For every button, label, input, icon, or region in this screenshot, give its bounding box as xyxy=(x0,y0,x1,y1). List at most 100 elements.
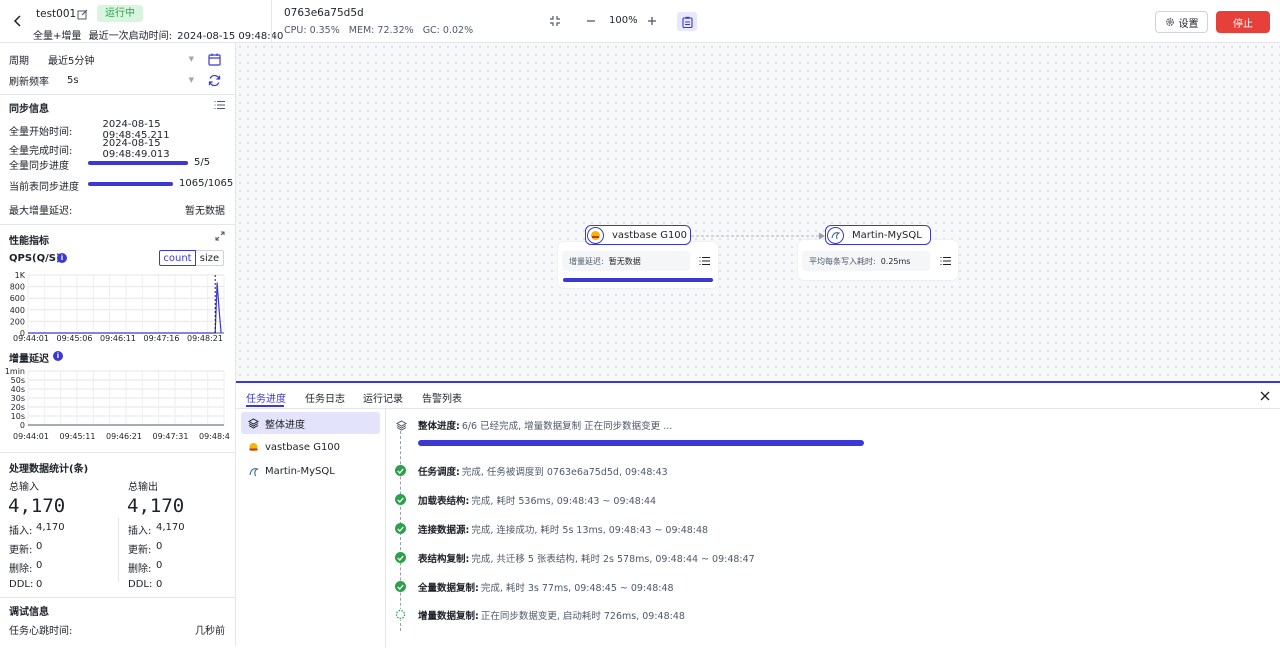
sidebar-item-label: 整体进度 xyxy=(265,419,305,431)
refresh-icon[interactable] xyxy=(207,73,221,87)
list-icon[interactable] xyxy=(939,255,951,267)
full-progress-value: 5/5 xyxy=(194,157,211,168)
series-line xyxy=(28,282,222,334)
step-name: 表结构复制: xyxy=(418,554,470,565)
output-ddl-value: 0 xyxy=(156,579,163,590)
source-node-card: 增量延迟: 暂无数据 xyxy=(558,242,718,288)
check-circle-icon xyxy=(395,494,406,505)
step-detail: 完成, 共迁移 5 张表结构, 耗时 2s 578ms, 09:48:44 ~ … xyxy=(471,554,755,565)
info-icon[interactable]: i xyxy=(53,351,63,361)
output-ddl-label: DDL: xyxy=(128,579,153,590)
edit-icon[interactable] xyxy=(76,8,88,20)
check-circle-icon xyxy=(395,581,406,592)
divider xyxy=(271,0,272,43)
task-name: test001 xyxy=(36,8,77,20)
resource-usage: CPU: 0.35% MEM: 72.32% GC: 0.02% xyxy=(284,25,473,36)
target-metric: 平均每条写入耗时: 0.25ms xyxy=(802,251,930,271)
sidebar-item-target[interactable]: Martin-MySQL xyxy=(241,460,380,482)
target-metric-value: 0.25ms xyxy=(880,256,911,266)
full-end-label: 全量完成时间: xyxy=(9,145,73,157)
tab-alerts[interactable]: 告警列表 xyxy=(422,390,462,405)
input-ddl-label: DDL: xyxy=(9,579,34,590)
tab-task-log[interactable]: 任务日志 xyxy=(305,390,345,405)
bottom-panel: 任务进度 任务日志 运行记录 告警列表 整体进度 vastbase G100 M… xyxy=(236,381,1280,648)
calendar-icon[interactable] xyxy=(207,52,221,66)
clipboard-icon[interactable] xyxy=(677,12,697,31)
step-item: 连接数据源: 完成, 连接成功, 耗时 5s 13ms, 09:48:43 ~ 0… xyxy=(418,522,708,536)
step-item: 任务调度: 完成, 任务被调度到 0763e6a75d5d, 09:48:43 xyxy=(418,464,668,478)
tab-run-history[interactable]: 运行记录 xyxy=(363,390,403,405)
size-toggle[interactable]: size xyxy=(196,250,224,266)
count-toggle[interactable]: count xyxy=(159,250,196,266)
step-detail: 完成, 耗时 536ms, 09:48:43 ~ 09:48:44 xyxy=(471,496,657,507)
vastbase-logo-icon xyxy=(587,226,604,244)
source-node[interactable]: vastbase G100 xyxy=(585,225,691,245)
stop-button[interactable]: 停止 xyxy=(1216,11,1270,33)
input-delete-value: 0 xyxy=(36,560,43,571)
refresh-select[interactable]: 5s ▼ xyxy=(67,75,194,86)
delay-xaxis: 09:44:01 09:45:11 09:46:21 09:47:31 09:48:4 xyxy=(0,432,236,444)
source-progress-bar xyxy=(563,278,713,282)
y-tick-label: 600 xyxy=(10,294,25,303)
fit-view-icon[interactable] xyxy=(548,14,562,28)
y-tick-label: 1K xyxy=(15,271,26,280)
overall-text: 6/6 已经完成, 增量数据复制 正在同步数据变更 ... xyxy=(461,421,673,432)
zoom-out-icon[interactable] xyxy=(584,14,598,28)
input-update-label: 更新: xyxy=(9,545,33,556)
output-update-label: 更新: xyxy=(128,545,152,556)
period-row: 周期 最近5分钟 ▼ xyxy=(9,51,225,67)
divider xyxy=(118,518,119,582)
period-label: 周期 xyxy=(9,55,29,67)
full-progress-bar xyxy=(88,161,188,165)
period-value: 最近5分钟 xyxy=(48,55,95,67)
last-start-label: 最近一次启动时间: xyxy=(88,31,172,42)
input-total: 4,170 xyxy=(8,495,66,517)
sync-info-title: 同步信息 xyxy=(9,104,49,115)
mem-label: MEM: xyxy=(348,25,375,36)
status-badge: 运行中 xyxy=(97,5,143,22)
overall-progress-bar xyxy=(418,440,864,446)
x-tick-label: 09:46:21 xyxy=(106,432,142,441)
table-progress-label: 当前表同步进度 xyxy=(9,182,79,193)
expand-icon[interactable] xyxy=(214,230,225,241)
dag-canvas[interactable]: 增量延迟: 暂无数据 vastbase G100 平均每条写入耗时: 0.25m… xyxy=(236,43,1280,381)
zoom-in-icon[interactable] xyxy=(645,14,659,28)
divider xyxy=(0,597,236,598)
step-name: 加载表结构: xyxy=(418,496,470,507)
sidebar-item-label: vastbase G100 xyxy=(265,441,341,453)
x-tick-label: 09:45:11 xyxy=(59,432,96,441)
full-progress-label: 全量同步进度 xyxy=(9,161,69,172)
full-start-label: 全量开始时间: xyxy=(9,126,73,138)
input-update-value: 0 xyxy=(36,541,43,552)
refresh-label: 刷新频率 xyxy=(9,76,49,88)
list-icon[interactable] xyxy=(698,255,710,267)
heartbeat-row: 任务心跳时间: 几秒前 xyxy=(9,622,225,637)
task-subtitle: 全量+增量 最近一次启动时间: 2024-08-15 09:48:40 xyxy=(33,27,283,42)
qps-xaxis: 09:44:01 09:45:06 09:46:11 09:47:16 09:48:21 xyxy=(0,334,236,346)
info-icon[interactable]: i xyxy=(57,253,67,263)
settings-label: 设置 xyxy=(1178,18,1199,30)
back-arrow-icon[interactable] xyxy=(11,13,25,29)
sidebar-item-source[interactable]: vastbase G100 xyxy=(241,436,380,458)
refresh-value: 5s xyxy=(67,74,79,86)
output-delete-value: 0 xyxy=(156,560,163,571)
output-delete-label: 删除: xyxy=(128,564,152,575)
settings-button[interactable]: 设置 xyxy=(1155,11,1208,33)
close-icon[interactable] xyxy=(1258,389,1271,402)
perf-title: 性能指标 xyxy=(9,236,49,247)
heartbeat-value: 几秒前 xyxy=(195,626,225,637)
input-delete-label: 删除: xyxy=(9,564,33,575)
y-tick-label: 30s xyxy=(11,394,25,403)
stop-label: 停止 xyxy=(1233,18,1253,30)
tab-task-progress[interactable]: 任务进度 xyxy=(246,390,286,405)
output-total: 4,170 xyxy=(127,495,185,517)
layers-icon xyxy=(247,417,259,429)
gc-label: GC: xyxy=(422,25,440,36)
delay-chart-label: 增量延迟 xyxy=(9,354,49,365)
sidebar-item-overall[interactable]: 整体进度 xyxy=(241,412,380,434)
sync-type: 全量+增量 xyxy=(33,31,82,42)
max-delay-label: 最大增量延迟: xyxy=(9,206,73,217)
list-icon[interactable] xyxy=(213,99,225,111)
period-select[interactable]: 最近5分钟 ▼ xyxy=(48,52,194,67)
target-node[interactable]: Martin-MySQL xyxy=(825,225,931,245)
